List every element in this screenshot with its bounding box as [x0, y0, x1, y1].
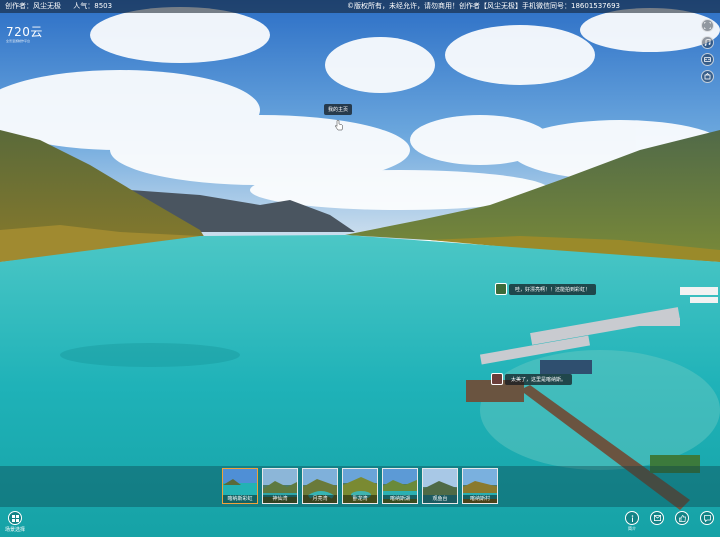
scene-thumbnail-label: 喀纳斯湖 [383, 495, 417, 503]
gyro-icon[interactable] [701, 70, 714, 83]
like-button[interactable] [675, 511, 689, 532]
top-info-bar: 创作者：风尘无极 人气：8503 ©版权所有，未经允许，请勿商用！创作者【风尘无… [0, 0, 720, 13]
avatar [491, 373, 503, 385]
scene-thumbnail[interactable]: 喀纳斯彩虹 [222, 468, 258, 504]
scene-thumbnail[interactable]: 卧龙湾 [342, 468, 378, 504]
comment-hotspot[interactable]: 太美了，这里是喀纳斯。 [491, 373, 573, 385]
copyright-notice: ©版权所有，未经允许，请勿商用！创作者【风尘无极】手机微信同号：18601537… [347, 2, 620, 10]
info-label: 简介 [628, 526, 636, 531]
creator-label[interactable]: 创作者：风尘无极 [5, 2, 61, 10]
scene-thumbnail-list: 喀纳斯彩虹 神仙湾 月亮湾 卧龙湾 喀纳斯湖 观鱼台 喀纳斯村 [222, 468, 498, 504]
scene-thumbnail-label: 喀纳斯彩虹 [223, 495, 257, 503]
popularity-label: 人气：8503 [73, 2, 113, 10]
scene-thumbnail-label: 喀纳斯村 [463, 495, 497, 503]
like-icon [675, 511, 689, 525]
message-button[interactable] [650, 511, 664, 532]
comment-text: 哇，好漂亮啊！！还能拍到彩虹！ [509, 283, 597, 295]
scene-thumbnail-label: 观鱼台 [423, 495, 457, 503]
scene-thumbnail-label: 卧龙湾 [343, 495, 377, 503]
comment-text: 太美了，这里是喀纳斯。 [505, 373, 573, 385]
comment-icon [700, 511, 714, 525]
music-icon[interactable] [701, 36, 714, 49]
hand-cursor-icon [335, 120, 343, 131]
right-toolbar [701, 19, 714, 87]
grid-icon [8, 511, 22, 525]
fullscreen-icon[interactable] [701, 19, 714, 32]
scene-select-label: 场景选择 [4, 527, 25, 533]
scene-thumbnail[interactable]: 喀纳斯村 [462, 468, 498, 504]
comment-button[interactable] [700, 511, 714, 532]
scene-thumbnail[interactable]: 神仙湾 [262, 468, 298, 504]
scene-thumbnail[interactable]: 观鱼台 [422, 468, 458, 504]
scene-thumbnail[interactable]: 月亮湾 [302, 468, 338, 504]
homepage-tooltip: 我的主页 [324, 104, 353, 115]
vr-icon[interactable] [701, 53, 714, 66]
brand-logo[interactable]: 720云 [6, 26, 43, 38]
info-icon [625, 511, 639, 525]
scene-select-button[interactable]: 场景选择 [4, 511, 26, 533]
avatar [495, 283, 507, 295]
scene-thumbnail[interactable]: 喀纳斯湖 [382, 468, 418, 504]
message-icon [650, 511, 664, 525]
brand-subtitle: 全景漫游制作平台 [6, 39, 31, 43]
scene-thumbnail-label: 神仙湾 [263, 495, 297, 503]
comment-hotspot[interactable]: 哇，好漂亮啊！！还能拍到彩虹！ [495, 283, 597, 295]
panorama-view[interactable] [0, 0, 720, 537]
bottom-right-toolbar: 简介 [625, 511, 714, 532]
scene-thumbnail-label: 月亮湾 [303, 495, 337, 503]
info-button[interactable]: 简介 [625, 511, 639, 532]
